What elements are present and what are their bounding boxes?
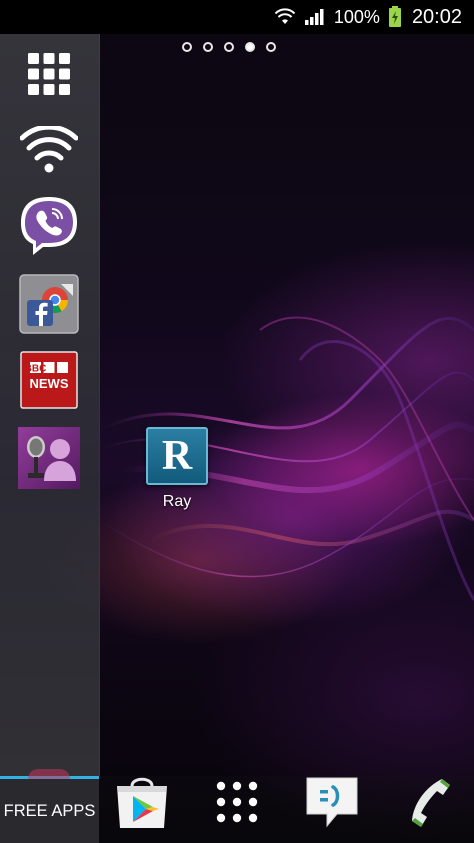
voice-contact-app-icon[interactable]	[18, 427, 80, 489]
clock: 20:02	[411, 5, 462, 28]
app-drawer-grid-icon[interactable]	[212, 772, 262, 832]
bbc-news-app-icon[interactable]: BBC NEWS	[19, 350, 79, 410]
battery-charging-icon	[388, 6, 401, 27]
free-apps-button[interactable]: FREE APPS	[0, 769, 99, 843]
page-dot[interactable]	[224, 42, 234, 52]
bbc-letter: BBC	[25, 364, 47, 375]
status-bar: 100% 20:02	[0, 0, 474, 34]
wifi-icon	[274, 8, 296, 24]
page-dot-active[interactable]	[245, 42, 255, 52]
play-store-icon[interactable]	[110, 772, 174, 832]
ray-app-icon[interactable]: R	[146, 427, 208, 485]
peek-indicator	[28, 769, 70, 779]
battery-percent: 100%	[333, 6, 380, 27]
phone-icon[interactable]	[400, 772, 456, 832]
app-drawer-grid-icon[interactable]	[19, 44, 79, 104]
app-label: Ray	[162, 493, 192, 510]
facebook-app-icon[interactable]	[19, 274, 79, 334]
page-indicator	[182, 42, 276, 52]
side-dock: BBC NEWS	[0, 34, 100, 776]
wifi-toggle-icon[interactable]	[19, 120, 79, 180]
messaging-icon[interactable]	[302, 772, 362, 832]
page-dot[interactable]	[182, 42, 192, 52]
bbc-news-label: NEWS	[30, 376, 69, 391]
page-dot[interactable]	[266, 42, 276, 52]
page-dot[interactable]	[203, 42, 213, 52]
signal-icon	[304, 9, 324, 25]
free-apps-label: FREE APPS	[3, 801, 96, 820]
viber-app-icon[interactable]	[19, 196, 79, 256]
desktop-app-ray[interactable]: R Ray	[146, 427, 208, 511]
